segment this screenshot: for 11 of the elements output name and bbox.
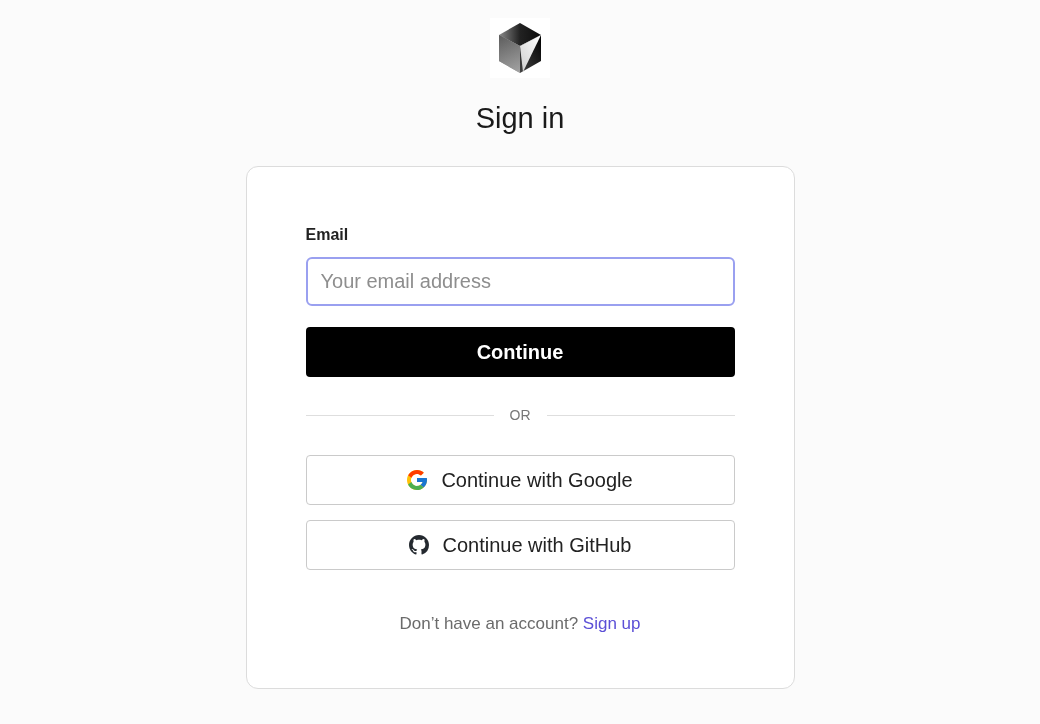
divider-label: OR xyxy=(509,406,531,425)
google-g-icon xyxy=(407,470,428,490)
email-label: Email xyxy=(305,225,349,245)
page-title: Sign in xyxy=(475,101,565,136)
continue-button[interactable]: Continue xyxy=(305,327,735,377)
email-input[interactable]: Your email address xyxy=(305,257,735,306)
github-button[interactable]: Continue with GitHub xyxy=(305,520,735,570)
github-cat-icon xyxy=(408,535,429,555)
google-button[interactable]: Continue with Google xyxy=(305,455,735,505)
sign-up-link[interactable]: Sign up xyxy=(582,614,641,633)
sign-up-prompt: Don’t have an account? Sign up xyxy=(398,613,642,635)
